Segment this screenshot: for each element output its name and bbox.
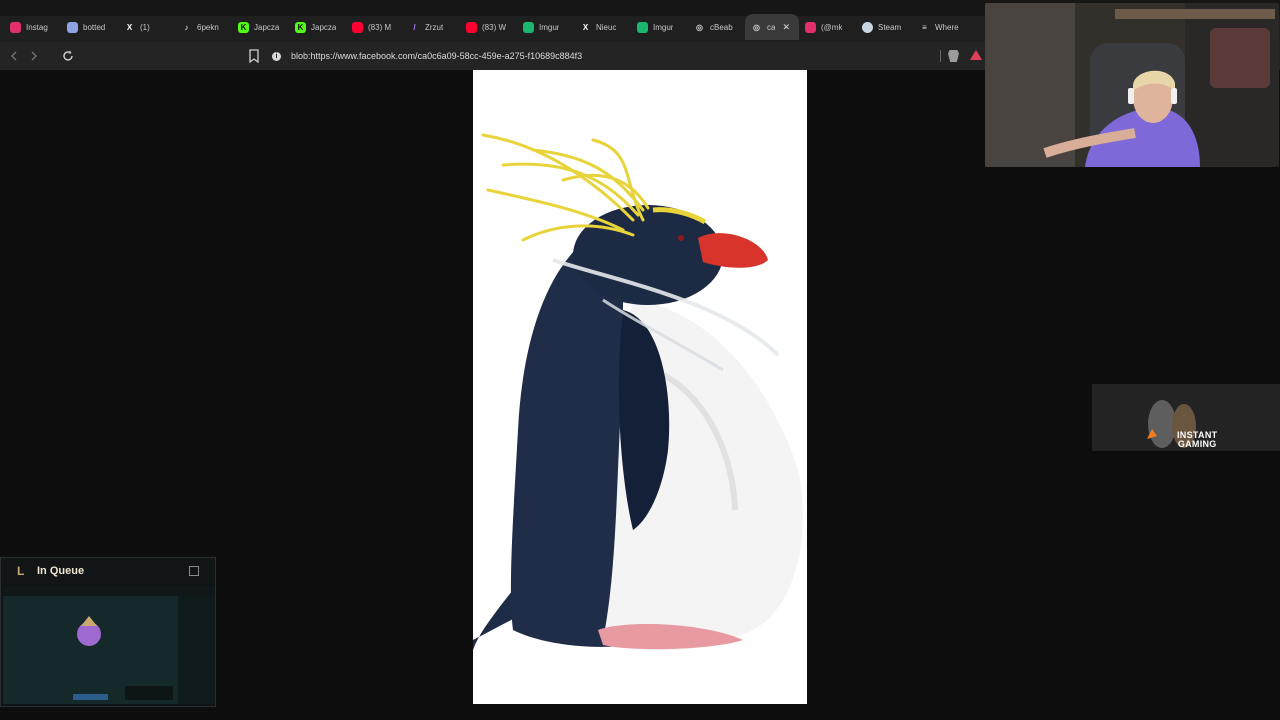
browser-tab[interactable]: (@mk [799,14,856,40]
popout-icon[interactable] [189,566,199,576]
tab-label: Nieuc [596,22,617,32]
site-info-icon[interactable]: i [272,51,281,61]
tab-label: (83) W [482,22,506,32]
globe-icon: ◎ [696,22,703,32]
kick-icon: K [295,21,306,33]
tab-label: Imgur [539,22,560,32]
forward-button[interactable] [24,46,44,66]
browser-tab[interactable]: ◎ cBeab [688,14,745,40]
lol-client-thumbnail [3,586,215,704]
browser-tab[interactable]: botted [61,14,118,40]
instagram-icon [10,21,21,33]
address-bar[interactable]: i blob:https://www.facebook.com/ca0c6a09… [272,47,932,65]
browser-tab[interactable]: (83) W [460,14,517,40]
browser-tab[interactable]: K Japcza [232,14,289,40]
lol-queue-header: L In Queue [1,558,215,584]
instant-gaming-line2: GAMING [1177,439,1217,449]
tab-label: (1) [140,22,150,32]
tab-label: (83) M [368,22,392,32]
brave-shields-icon[interactable] [948,50,959,62]
browser-tab[interactable]: / Zrzut [403,14,460,40]
toolbar-divider [940,50,941,62]
brave-rewards-icon[interactable] [970,50,982,60]
kick-icon: K [238,21,249,33]
instant-gaming-wordmark: INSTANT GAMING [1177,431,1217,449]
instagram-icon [805,21,816,33]
browser-tab[interactable]: (83) M [346,14,403,40]
webcam-feed [985,3,1279,167]
penguin-image [473,70,807,704]
back-button[interactable] [4,46,24,66]
lol-queue-window: L In Queue [0,557,216,707]
browser-tab[interactable]: Imgur [631,14,688,40]
imgur-icon [637,21,648,33]
tab-label: Where [935,22,959,32]
tab-label: ca [767,22,776,32]
tab-label: Imgur [653,22,674,32]
lol-client-preview [3,586,215,704]
stack-icon: ≡ [922,22,927,32]
tiktok-icon: ♪ [184,22,189,32]
tab-label: Japcza [254,22,280,32]
streamer-webcam [985,3,1279,167]
feather-icon: / [413,22,416,32]
lol-queue-title: In Queue [37,565,85,577]
browser-tab[interactable]: ◎ ca ✕ [745,14,799,40]
browser-tab[interactable]: K Japcza [289,14,346,40]
tab-label: Steam [878,22,902,32]
steam-icon [862,21,873,33]
reload-icon [63,50,73,61]
tab-label: Instag [26,22,48,32]
arrow-right-icon [31,51,37,61]
browser-tab[interactable]: Imgur [517,14,574,40]
browser-tab[interactable]: Steam [856,14,913,40]
youtube-icon [466,21,477,33]
browser-tab[interactable]: X Nieuc [574,14,631,40]
tab-label: Japcza [311,22,337,32]
url-text: blob:https://www.facebook.com/ca0c6a09-5… [291,51,583,61]
discord-icon [67,21,78,33]
tab-label: (@mk [821,22,843,32]
browser-tab[interactable]: ♪ 6pekn [175,14,232,40]
tab-label: botted [83,22,106,32]
rockhopper-penguin-illustration [473,133,803,651]
x-icon: X [126,22,133,32]
tab-label: cBeab [710,22,733,32]
tab-label: 6pekn [197,22,219,32]
tab-list: Instag botted X (1) ♪ 6pekn K Japcza K Japcza (83)… [4,0,970,42]
browser-tab[interactable]: X (1) [118,14,175,40]
bookmark-icon[interactable] [247,48,261,64]
tab-close-icon[interactable]: ✕ [782,22,790,33]
reload-button[interactable] [58,46,78,66]
arrow-left-icon [11,51,17,61]
imgur-icon [523,21,534,33]
x-icon: X [582,22,589,32]
globe-icon: ◎ [753,22,760,32]
league-logo-icon: L [17,563,25,578]
youtube-icon [352,21,363,33]
browser-tab[interactable]: ≡ Where [913,14,970,40]
browser-tab[interactable]: Instag [4,14,61,40]
screen: Instag botted X (1) ♪ 6pekn K Japcza K Japcza (83)… [0,0,1280,720]
tab-label: Zrzut [425,22,444,32]
